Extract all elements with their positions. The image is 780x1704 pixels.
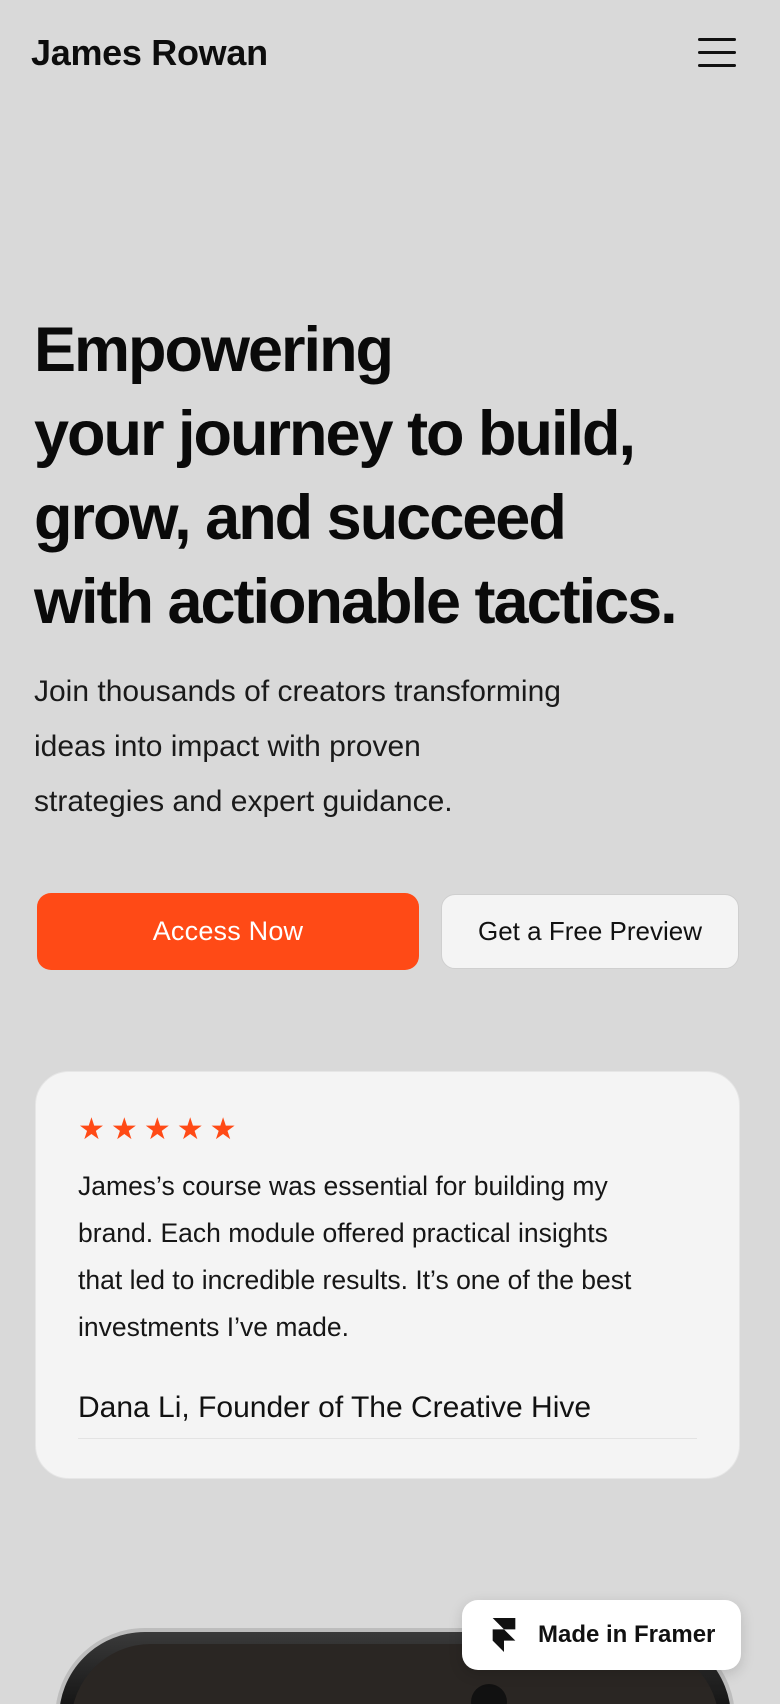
hero-title-line: with actionable tactics. xyxy=(34,567,678,637)
hero-subtitle-line: strategies and expert guidance. xyxy=(34,785,453,818)
star-icon: ★ xyxy=(143,1112,171,1147)
testimonial-quote-line: brand. Each module offered practical ins… xyxy=(78,1218,608,1248)
phone-camera xyxy=(471,1684,507,1704)
free-preview-button[interactable]: Get a Free Preview xyxy=(441,894,739,969)
testimonial-card: ★ ★ ★ ★ ★ James’s course was essential f… xyxy=(35,1071,740,1479)
testimonial-author: Dana Li, Founder of The Creative Hive xyxy=(78,1391,592,1424)
badge-label: Made in Framer xyxy=(538,1621,716,1648)
hero-subtitle: Join thousands of creators transforming … xyxy=(34,664,714,829)
star-icon: ★ xyxy=(110,1112,138,1147)
hero-title: Empowering your journey to build, grow, … xyxy=(34,308,764,644)
made-in-framer-badge[interactable]: Made in Framer xyxy=(462,1600,741,1670)
hero-title-line: grow, and succeed xyxy=(34,483,567,553)
divider xyxy=(78,1438,697,1439)
hero-subtitle-line: Join thousands of creators transforming xyxy=(34,675,561,708)
star-icon: ★ xyxy=(209,1112,237,1147)
framer-logo-icon xyxy=(492,1618,516,1652)
access-now-button[interactable]: Access Now xyxy=(37,893,419,970)
hero-subtitle-line: ideas into impact with proven xyxy=(34,730,421,763)
star-icon: ★ xyxy=(78,1112,105,1147)
hero-title-line: Empowering xyxy=(34,315,394,385)
testimonial-quote-line: that led to incredible results. It’s one… xyxy=(78,1265,632,1295)
hero-title-line: your journey to build, xyxy=(34,399,636,469)
brand-name[interactable]: James Rowan xyxy=(31,30,268,76)
testimonial-quote-line: investments I’ve made. xyxy=(78,1312,350,1342)
menu-bar-top xyxy=(698,38,736,41)
testimonial-quote: James’s course was essential for buildin… xyxy=(78,1163,718,1351)
menu-bar-bottom xyxy=(698,64,736,67)
menu-bar-middle xyxy=(698,51,736,54)
testimonial-quote-line: James’s course was essential for buildin… xyxy=(78,1171,608,1201)
star-rating: ★ ★ ★ ★ ★ xyxy=(78,1115,237,1145)
star-icon: ★ xyxy=(176,1112,204,1147)
hamburger-menu-icon[interactable] xyxy=(698,34,738,70)
